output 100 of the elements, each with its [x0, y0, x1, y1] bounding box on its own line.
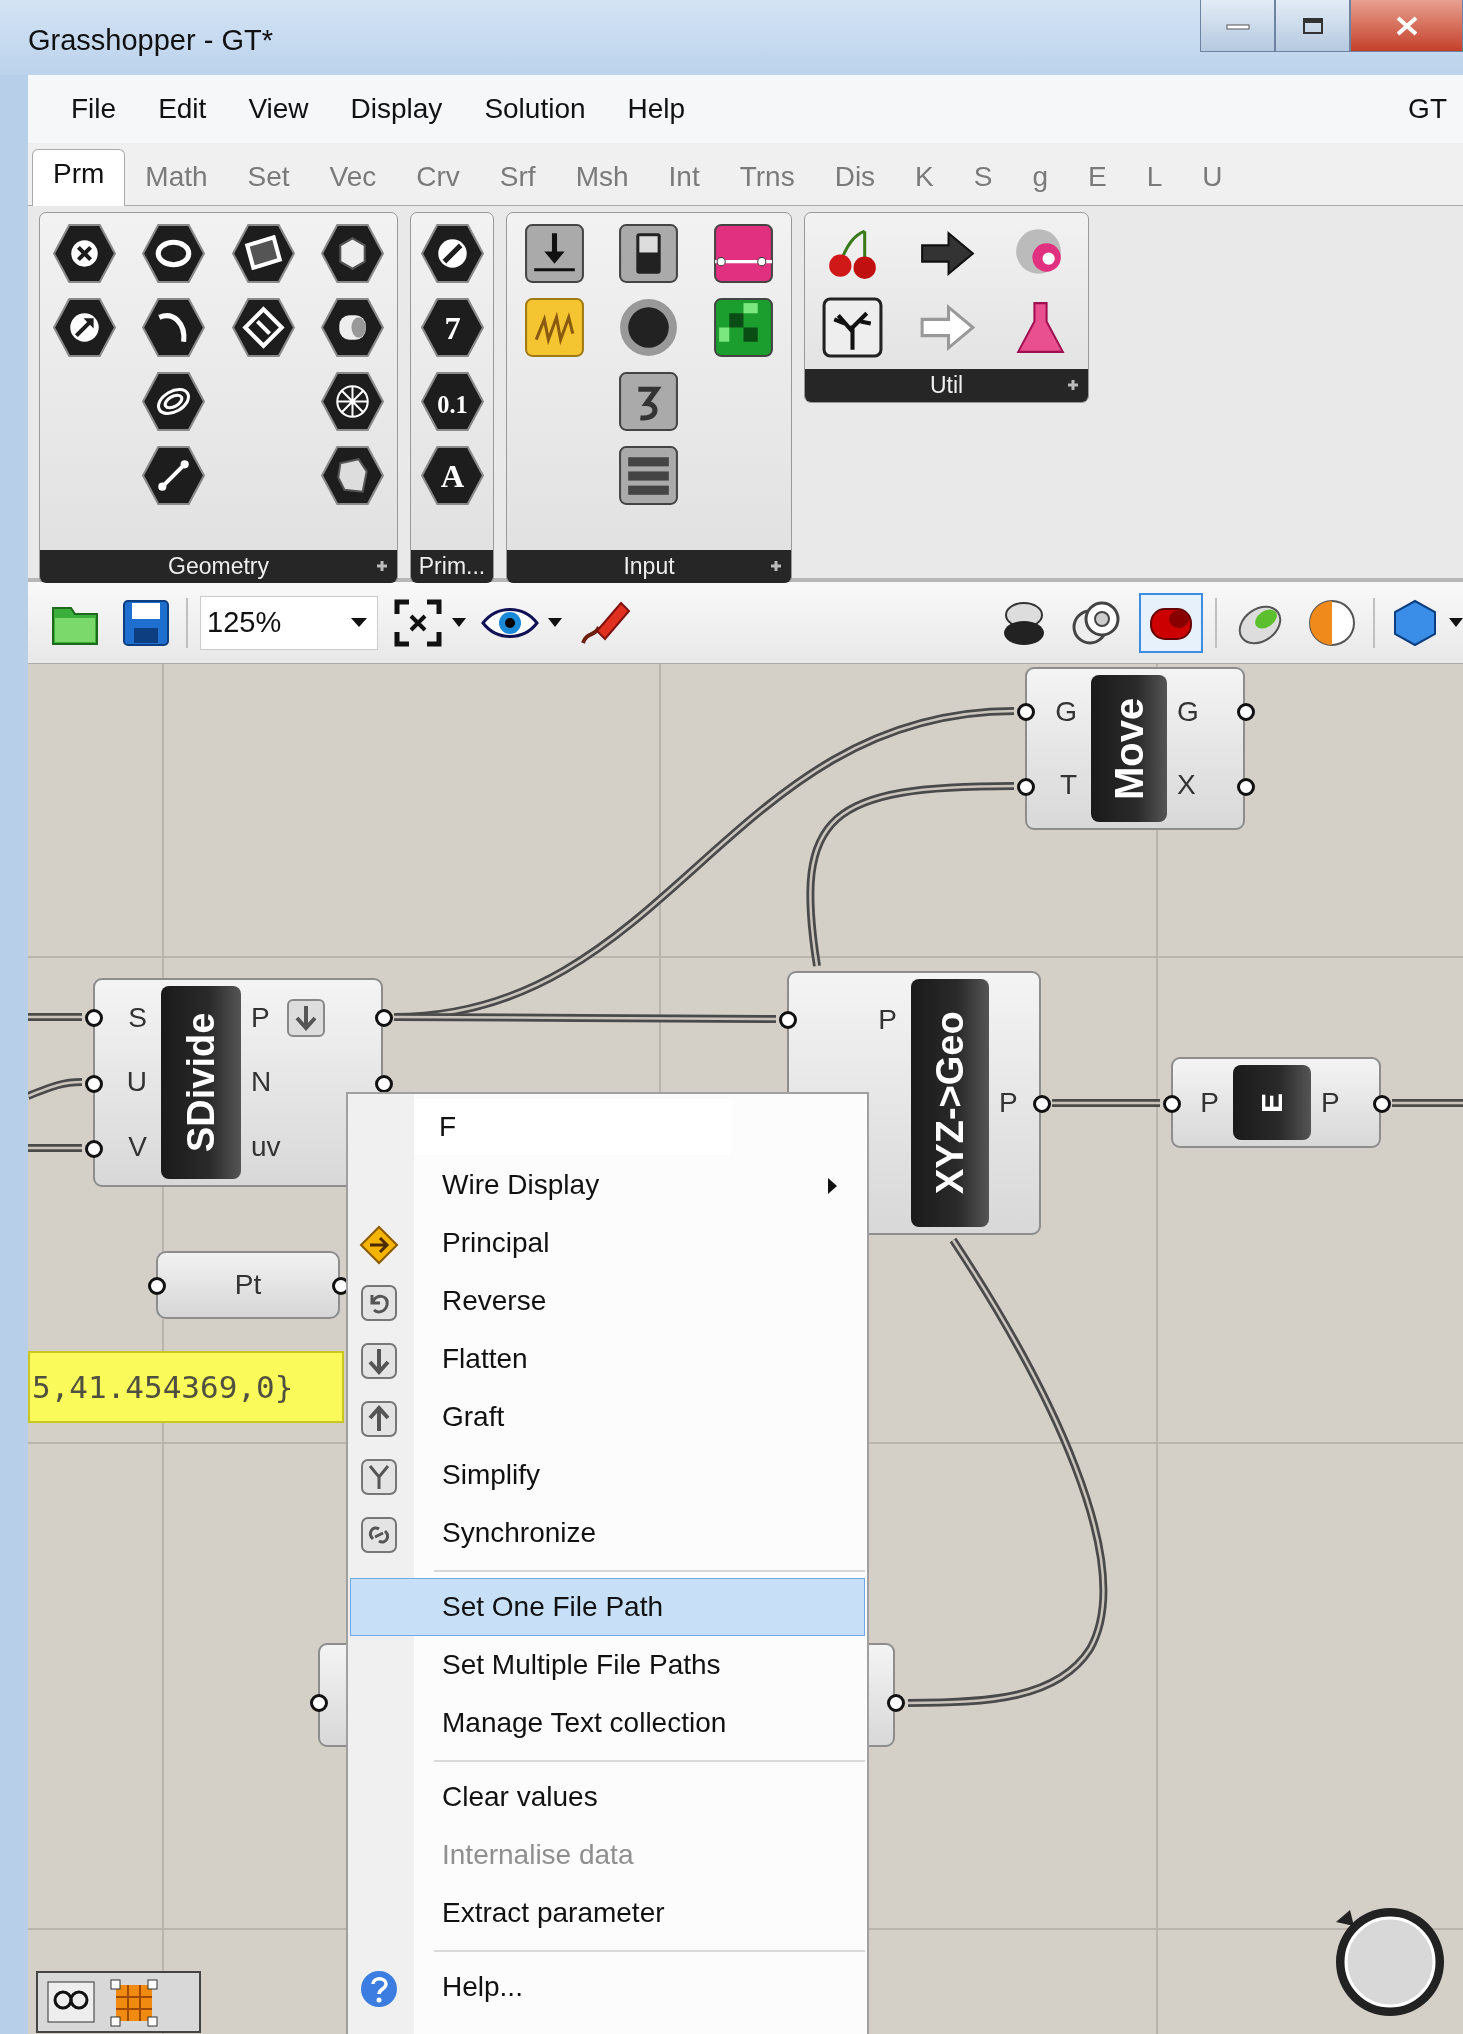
port-grip[interactable] [1017, 702, 1035, 721]
port-grip[interactable] [310, 1694, 328, 1712]
component-node[interactable]: P E P [1171, 1057, 1381, 1148]
maximize-icon [1300, 15, 1325, 36]
output-label: N [251, 1066, 272, 1099]
port-grip[interactable] [779, 1011, 797, 1029]
wire[interactable] [907, 1237, 1108, 1707]
document-name: GT [1408, 93, 1447, 125]
port-grip[interactable] [148, 1277, 166, 1295]
menu-item[interactable]: Solution [463, 93, 607, 125]
ribbon-tab[interactable]: Msh [555, 161, 649, 205]
cross-hexagon-icon[interactable] [52, 221, 118, 286]
plane-hexagon-icon[interactable] [230, 221, 296, 286]
input-label: T [1059, 769, 1077, 802]
ribbon-tab[interactable]: Vec [309, 161, 397, 205]
wire[interactable] [394, 1013, 776, 1023]
line-hexagon-icon[interactable] [141, 443, 207, 508]
ribbon-tab[interactable]: S [953, 161, 1013, 205]
menu-item[interactable]: File [50, 93, 138, 125]
port-grip[interactable] [887, 1694, 905, 1712]
menu-item[interactable]: Simplify [350, 1446, 865, 1504]
ribbon-tab[interactable]: L [1126, 161, 1183, 205]
menu-item[interactable]: Help [606, 93, 707, 125]
group-label: Input [623, 553, 675, 580]
menu-item[interactable]: Set Multiple File Paths [350, 1636, 865, 1694]
canvas-background[interactable] [28, 664, 1463, 2034]
component-label[interactable]: XYZ->Geo [911, 979, 989, 1227]
wire[interactable] [806, 782, 1015, 967]
cube-hexagon-icon[interactable] [319, 221, 385, 286]
input-label: V [128, 1130, 147, 1163]
menu-item[interactable]: Extract parameter [350, 1884, 865, 1942]
ribbon-tab[interactable]: Crv [396, 161, 480, 205]
mesh-hexagon-icon[interactable] [319, 369, 385, 434]
graft-icon [359, 1399, 399, 1439]
disc-hexagon-icon[interactable] [419, 221, 485, 286]
wire[interactable] [1052, 1099, 1160, 1107]
component-label[interactable]: Move [1091, 675, 1167, 822]
menu-item[interactable]: Display [329, 93, 464, 125]
wire[interactable] [28, 1078, 83, 1100]
caret-icon[interactable] [1449, 617, 1463, 628]
close-button[interactable] [1350, 0, 1463, 52]
ribbon-tab[interactable]: Dis [814, 161, 896, 205]
glasses-icon[interactable] [46, 1980, 96, 2024]
circle-hexagon-icon[interactable] [141, 221, 207, 286]
zoom-dropdown[interactable]: 125% [200, 595, 378, 650]
port-grip[interactable] [85, 1074, 103, 1093]
arc-hexagon-icon[interactable] [141, 295, 207, 360]
ribbon-tab[interactable]: Math [125, 161, 228, 205]
maximize-button[interactable] [1275, 0, 1350, 52]
parameter-node[interactable]: Pt [156, 1251, 340, 1319]
link-icon [359, 1515, 399, 1555]
caret-icon[interactable] [548, 617, 562, 628]
cylinder-hexagon-icon[interactable] [319, 295, 385, 360]
ribbon-tab[interactable]: Prm [32, 149, 126, 206]
ribbon-tab[interactable]: U [1182, 161, 1243, 205]
input-label: P [878, 1004, 897, 1037]
solid-hexagon-icon[interactable] [319, 443, 385, 508]
ribbon-tab[interactable]: Set [227, 161, 310, 205]
spiral-hexagon-icon[interactable] [141, 369, 207, 434]
node-grid-icon[interactable] [108, 1977, 160, 2027]
submenu-arrow-icon [828, 1178, 838, 1194]
arrow-hexagon-icon[interactable] [52, 295, 118, 360]
wire[interactable] [1392, 1099, 1463, 1107]
menu-item[interactable]: View [227, 93, 330, 125]
component-label[interactable]: E [1233, 1065, 1311, 1140]
ribbon-tab[interactable]: Trns [719, 161, 815, 205]
shaded-preview-button[interactable] [1139, 592, 1203, 653]
menu-item[interactable]: Synchronize [350, 1504, 865, 1562]
diamond-hexagon-icon[interactable] [230, 295, 296, 360]
menu-item[interactable]: Manage Text collection [350, 1694, 865, 1752]
output-label: G [1177, 695, 1199, 728]
port-grip[interactable] [1237, 778, 1255, 797]
menu-item[interactable]: Clear values [350, 1768, 865, 1826]
note-panel[interactable]: 5,41.454369,0} [28, 1351, 344, 1423]
input-label: S [128, 1002, 147, 1035]
decimal-hexagon-icon[interactable]: 0.1 [419, 369, 485, 434]
port-grip[interactable] [1163, 1094, 1181, 1113]
wire[interactable] [28, 1013, 82, 1021]
caret-icon[interactable] [452, 617, 466, 628]
port-grip[interactable] [1033, 1095, 1051, 1113]
wire[interactable] [28, 1144, 82, 1152]
ribbon-tab[interactable]: E [1068, 161, 1127, 205]
menu-item[interactable]: Flatten [350, 1330, 865, 1388]
port-grip[interactable] [1017, 778, 1035, 797]
component-node[interactable]: S U V SDivide P N uv [93, 978, 383, 1187]
port-grip[interactable] [85, 1140, 103, 1159]
menu-item[interactable]: Help... [350, 1958, 865, 2016]
input-label: U [126, 1066, 147, 1099]
letter-hexagon-icon[interactable]: A [419, 443, 485, 508]
ribbon-tab[interactable]: g [1012, 161, 1069, 205]
ribbon-tab[interactable]: Int [648, 161, 720, 205]
menu-item[interactable]: Edit [137, 93, 228, 125]
menu-item[interactable]: Reverse [350, 1272, 865, 1330]
menu-item[interactable]: Set One File Path [350, 1578, 865, 1636]
menu-item[interactable]: Graft [350, 1388, 865, 1446]
component-label[interactable]: SDivide [161, 986, 241, 1179]
port-grip[interactable] [85, 1008, 103, 1027]
ribbon-tab[interactable]: Srf [479, 161, 556, 205]
number-hexagon-icon[interactable]: 7 [419, 295, 485, 360]
ribbon-tab[interactable]: K [895, 161, 954, 205]
